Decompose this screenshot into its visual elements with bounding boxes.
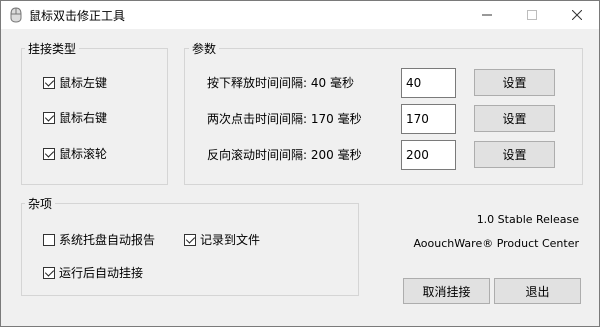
press-release-interval-input[interactable]: [401, 68, 456, 98]
double-click-interval-label: 两次点击时间间隔: 170 毫秒: [207, 112, 362, 126]
wheel-checkbox[interactable]: 鼠标滚轮: [43, 145, 107, 162]
checkbox-label: 系统托盘自动报告: [59, 233, 156, 247]
checkbox-box[interactable]: [43, 147, 55, 160]
set-reverse-scroll-button[interactable]: 设置: [474, 141, 555, 168]
set-double-click-button[interactable]: 设置: [474, 105, 555, 132]
maximize-icon[interactable]: [509, 1, 554, 29]
checkbox-box[interactable]: [43, 76, 55, 89]
checkbox-box[interactable]: [43, 233, 55, 246]
left-button-checkbox[interactable]: 鼠标左键: [43, 74, 107, 91]
checkbox-label: 鼠标滚轮: [59, 147, 108, 161]
app-icon: [8, 7, 24, 23]
double-click-interval-input[interactable]: [401, 104, 456, 134]
checkbox-box[interactable]: [43, 266, 55, 279]
misc-title: 杂项: [25, 195, 56, 212]
checkbox-label: 鼠标右键: [59, 111, 108, 125]
auto-hook-checkbox[interactable]: 运行后自动挂接: [43, 264, 143, 281]
version-text: 1.0 Stable Release: [476, 213, 579, 226]
right-button-checkbox[interactable]: 鼠标右键: [43, 109, 107, 126]
exit-button[interactable]: 退出: [494, 278, 581, 304]
unhook-button[interactable]: 取消挂接: [403, 278, 490, 304]
checkbox-label: 运行后自动挂接: [59, 266, 144, 280]
reverse-scroll-interval-input[interactable]: [401, 140, 456, 170]
set-press-release-button[interactable]: 设置: [474, 69, 555, 96]
product-text: AoouchWare® Product Center: [413, 237, 579, 250]
title-bar[interactable]: 鼠标双击修正工具: [1, 1, 599, 29]
close-icon[interactable]: [554, 1, 599, 29]
checkbox-box[interactable]: [43, 111, 55, 124]
misc-group: [21, 203, 359, 296]
press-release-interval-label: 按下释放时间间隔: 40 毫秒: [207, 76, 354, 90]
reverse-scroll-interval-label: 反向滚动时间间隔: 200 毫秒: [207, 148, 362, 162]
params-title: 参数: [189, 40, 220, 57]
minimize-icon[interactable]: [464, 1, 509, 29]
hook-type-title: 挂接类型: [25, 40, 80, 57]
log-to-file-checkbox[interactable]: 记录到文件: [184, 231, 260, 248]
app-window: 鼠标双击修正工具 挂接类型 鼠标左键 鼠标右键 鼠标滚轮 参数 按下释放时间间隔…: [0, 0, 600, 327]
checkbox-label: 鼠标左键: [59, 76, 108, 90]
tray-report-checkbox[interactable]: 系统托盘自动报告: [43, 231, 155, 248]
checkbox-box[interactable]: [184, 233, 196, 246]
window-title: 鼠标双击修正工具: [29, 9, 126, 23]
checkbox-label: 记录到文件: [200, 233, 261, 247]
